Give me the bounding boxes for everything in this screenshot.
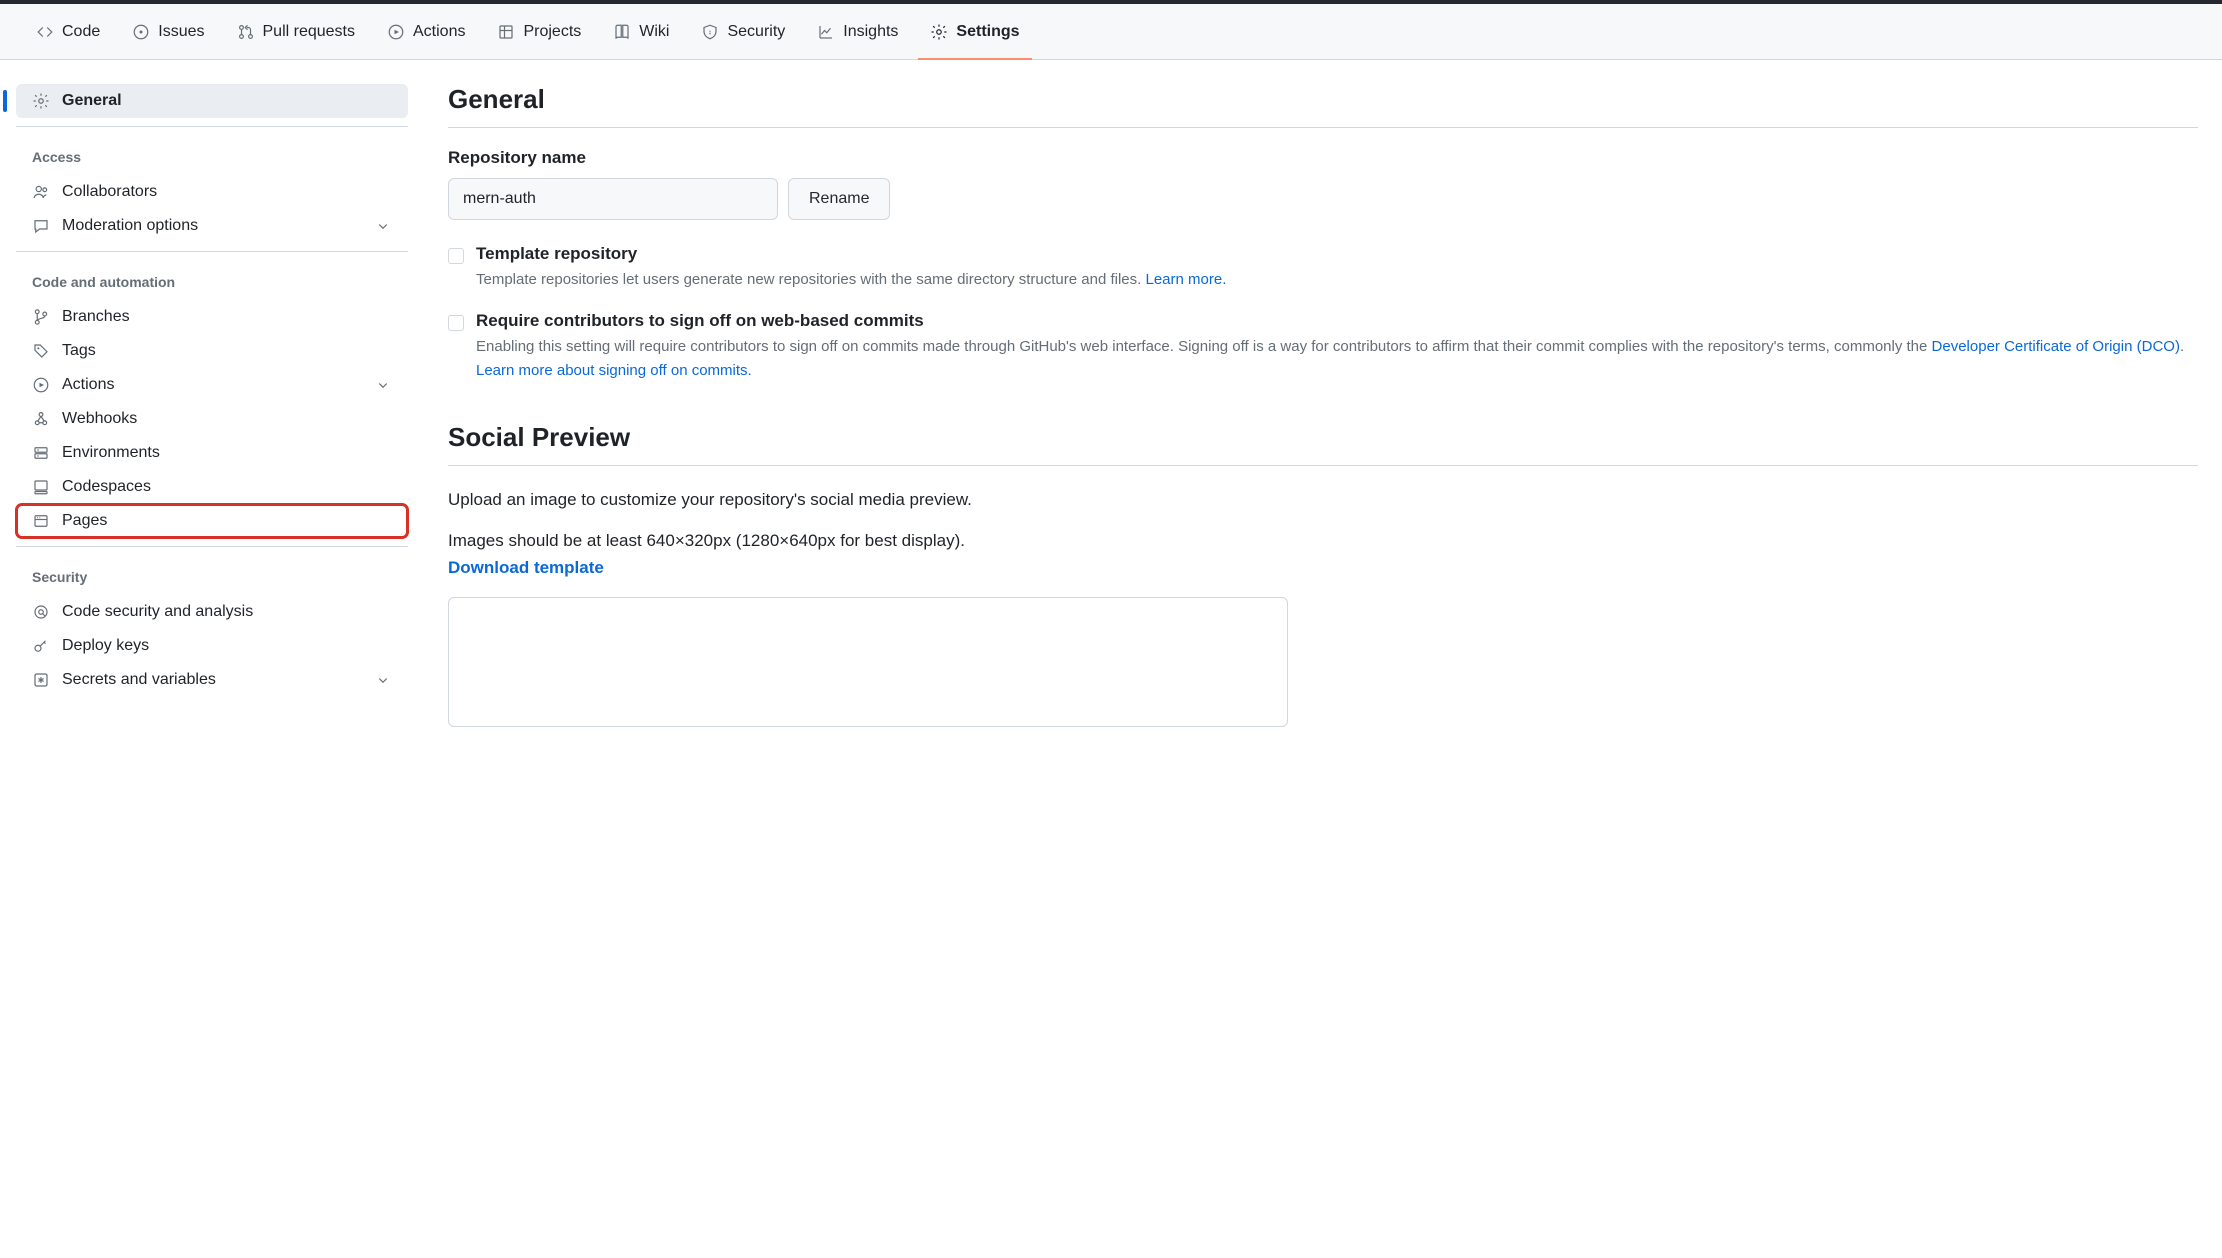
signoff-checkbox[interactable] bbox=[448, 315, 464, 331]
social-preview-heading: Social Preview bbox=[448, 422, 2198, 466]
code-icon bbox=[36, 23, 54, 41]
sidebar-item-moderation[interactable]: Moderation options bbox=[16, 209, 408, 243]
server-icon bbox=[32, 444, 50, 462]
tab-label: Projects bbox=[523, 23, 581, 41]
sidebar-item-label: General bbox=[62, 92, 122, 110]
tab-label: Pull requests bbox=[263, 23, 356, 41]
comment-icon bbox=[32, 217, 50, 235]
table-icon bbox=[497, 23, 515, 41]
tab-security[interactable]: Security bbox=[689, 4, 797, 59]
sidebar-item-label: Tags bbox=[62, 342, 96, 360]
sidebar-item-tags[interactable]: Tags bbox=[16, 334, 408, 368]
template-repo-title: Template repository bbox=[476, 244, 2198, 264]
graph-icon bbox=[817, 23, 835, 41]
tag-icon bbox=[32, 342, 50, 360]
tab-label: Security bbox=[727, 23, 785, 41]
learn-more-link[interactable]: Learn more. bbox=[1145, 271, 1226, 288]
sidebar-item-label: Moderation options bbox=[62, 217, 198, 235]
tab-wiki[interactable]: Wiki bbox=[601, 4, 681, 59]
tab-issues[interactable]: Issues bbox=[120, 4, 216, 59]
sidebar-item-label: Code security and analysis bbox=[62, 603, 253, 621]
rename-button[interactable]: Rename bbox=[788, 178, 890, 220]
gear-icon bbox=[32, 92, 50, 110]
tab-label: Issues bbox=[158, 23, 204, 41]
play-circle-icon bbox=[32, 376, 50, 394]
sidebar-item-codespaces[interactable]: Codespaces bbox=[16, 470, 408, 504]
sidebar-item-label: Actions bbox=[62, 376, 114, 394]
sidebar-item-branches[interactable]: Branches bbox=[16, 300, 408, 334]
sidebar-item-label: Secrets and variables bbox=[62, 671, 216, 689]
play-circle-icon bbox=[387, 23, 405, 41]
shield-icon bbox=[701, 23, 719, 41]
signoff-learn-link[interactable]: Learn more about signing off on commits. bbox=[476, 362, 752, 379]
download-template-link[interactable]: Download template bbox=[448, 558, 604, 577]
repo-name-input[interactable] bbox=[448, 178, 778, 220]
asterisk-icon bbox=[32, 671, 50, 689]
repo-nav: Code Issues Pull requests Actions Projec… bbox=[0, 4, 2222, 60]
sidebar-item-label: Codespaces bbox=[62, 478, 151, 496]
tab-label: Code bbox=[62, 23, 100, 41]
social-desc-2: Images should be at least 640×320px (128… bbox=[448, 527, 2198, 554]
settings-sidebar: General Access Collaborators Moderation … bbox=[0, 60, 424, 751]
signoff-title: Require contributors to sign off on web-… bbox=[476, 311, 2198, 331]
signoff-desc: Enabling this setting will require contr… bbox=[476, 335, 2198, 382]
sidebar-item-collaborators[interactable]: Collaborators bbox=[16, 175, 408, 209]
key-icon bbox=[32, 637, 50, 655]
sidebar-item-label: Pages bbox=[62, 512, 107, 530]
codespaces-icon bbox=[32, 478, 50, 496]
sidebar-item-deploy-keys[interactable]: Deploy keys bbox=[16, 629, 408, 663]
tab-label: Insights bbox=[843, 23, 898, 41]
sidebar-heading-access: Access bbox=[16, 139, 408, 175]
tab-label: Actions bbox=[413, 23, 465, 41]
gear-icon bbox=[930, 23, 948, 41]
social-preview-upload[interactable] bbox=[448, 597, 1288, 727]
tab-label: Settings bbox=[956, 23, 1019, 41]
sidebar-heading-code: Code and automation bbox=[16, 264, 408, 300]
sidebar-item-environments[interactable]: Environments bbox=[16, 436, 408, 470]
dco-link[interactable]: Developer Certificate of Origin (DCO) bbox=[1932, 338, 2180, 355]
tab-actions[interactable]: Actions bbox=[375, 4, 477, 59]
webhook-icon bbox=[32, 410, 50, 428]
chevron-down-icon bbox=[374, 671, 392, 689]
branch-icon bbox=[32, 308, 50, 326]
sidebar-item-label: Deploy keys bbox=[62, 637, 149, 655]
tab-code[interactable]: Code bbox=[24, 4, 112, 59]
tab-insights[interactable]: Insights bbox=[805, 4, 910, 59]
issue-icon bbox=[132, 23, 150, 41]
tab-projects[interactable]: Projects bbox=[485, 4, 593, 59]
sidebar-item-actions[interactable]: Actions bbox=[16, 368, 408, 402]
sidebar-item-pages[interactable]: Pages bbox=[16, 504, 408, 538]
sidebar-item-secrets[interactable]: Secrets and variables bbox=[16, 663, 408, 697]
chevron-down-icon bbox=[374, 376, 392, 394]
tab-pull-requests[interactable]: Pull requests bbox=[225, 4, 368, 59]
sidebar-item-label: Collaborators bbox=[62, 183, 157, 201]
sidebar-item-general[interactable]: General bbox=[16, 84, 408, 118]
page-title: General bbox=[448, 84, 2198, 128]
shield-scan-icon bbox=[32, 603, 50, 621]
sidebar-item-code-security[interactable]: Code security and analysis bbox=[16, 595, 408, 629]
sidebar-item-label: Webhooks bbox=[62, 410, 137, 428]
template-repo-checkbox[interactable] bbox=[448, 248, 464, 264]
pr-icon bbox=[237, 23, 255, 41]
tab-label: Wiki bbox=[639, 23, 669, 41]
sidebar-item-label: Environments bbox=[62, 444, 160, 462]
repo-name-label: Repository name bbox=[448, 148, 2198, 168]
browser-icon bbox=[32, 512, 50, 530]
main-content: General Repository name Rename Template … bbox=[424, 60, 2222, 751]
sidebar-heading-security: Security bbox=[16, 559, 408, 595]
people-icon bbox=[32, 183, 50, 201]
tab-settings[interactable]: Settings bbox=[918, 4, 1031, 59]
template-repo-desc: Template repositories let users generate… bbox=[476, 268, 2198, 291]
sidebar-item-label: Branches bbox=[62, 308, 130, 326]
social-desc-1: Upload an image to customize your reposi… bbox=[448, 486, 2198, 513]
chevron-down-icon bbox=[374, 217, 392, 235]
book-icon bbox=[613, 23, 631, 41]
sidebar-item-webhooks[interactable]: Webhooks bbox=[16, 402, 408, 436]
